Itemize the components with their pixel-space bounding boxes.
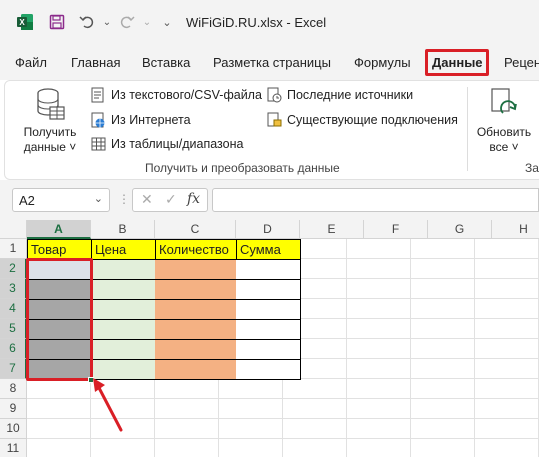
row-header-9[interactable]: 9 [0,399,27,419]
cell-d1[interactable]: Сумма [236,239,301,260]
svg-text:X: X [19,18,25,27]
queries-group-label: За [525,161,539,175]
tab-review[interactable]: Рецен [504,55,539,70]
table-icon [91,137,106,151]
name-box[interactable]: A2 ⌄ [12,188,110,212]
formula-bar: A2 ⌄ ⋮ ✕ ✓ fx [0,180,539,220]
cell-a1[interactable]: Товар [27,239,92,260]
selection-highlight [26,258,93,381]
title-bar: X ⌄ ⌄ ⌄ WiFiGiD.RU.xlsx - Excel [0,0,539,44]
from-text-csv-button[interactable]: Из текстового/CSV-файла [91,87,262,103]
annotation-arrow-icon [93,378,123,432]
cell-c3[interactable] [155,280,237,300]
row-header-7[interactable]: 7 [0,359,27,379]
globe-icon [91,112,105,128]
cell-c2[interactable] [155,260,237,280]
worksheet-grid: A B C D E F G H 1 2 3 4 5 6 7 8 9 10 11 … [0,220,539,457]
row-header-3[interactable]: 3 [0,279,27,299]
get-transform-group-label: Получить и преобразовать данные [145,161,340,175]
row-header-6[interactable]: 6 [0,339,27,359]
tab-formulas[interactable]: Формулы [354,55,411,70]
cell-b3[interactable] [91,280,156,300]
more-icon: ⋮ [118,192,130,206]
from-table-range-label: Из таблицы/диапазона [111,137,244,151]
row-header-10[interactable]: 10 [0,419,27,439]
excel-logo-icon: X [17,14,33,30]
undo-icon[interactable] [76,12,98,32]
chevron-down-icon[interactable]: ⌄ [94,192,103,205]
row-header-1[interactable]: 1 [0,239,27,259]
row-header-4[interactable]: 4 [0,299,27,319]
cell-c4[interactable] [155,300,237,320]
cell-d7[interactable] [236,360,301,380]
column-header-h[interactable]: H [492,220,539,239]
column-header-d[interactable]: D [236,220,300,239]
row-header-11[interactable]: 11 [0,439,27,457]
redo-icon[interactable] [116,12,138,32]
from-web-label: Из Интернета [111,113,191,127]
formula-buttons: ✕ ✓ fx [132,188,208,212]
column-header-c[interactable]: C [155,220,236,239]
row-header-2[interactable]: 2 [0,259,27,279]
column-header-b[interactable]: B [91,220,155,239]
cell-c7[interactable] [155,360,237,380]
cell-b4[interactable] [91,300,156,320]
refresh-label-2: все ˅ [489,140,519,154]
data-tab-highlight [425,49,489,76]
cell-c1[interactable]: Количество [155,239,237,260]
ribbon-panel: Получить данные ˅ Из текстового/CSV-файл… [4,80,539,180]
cell-b2[interactable] [91,260,156,280]
ribbon-tabs: Файл Главная Вставка Разметка страницы Ф… [0,44,539,80]
from-web-button[interactable]: Из Интернета [91,112,191,128]
column-header-e[interactable]: E [300,220,364,239]
enter-icon[interactable]: ✓ [165,191,177,208]
customize-toolbar-icon[interactable]: ⌄ [156,12,178,32]
cell-d6[interactable] [236,340,301,360]
recent-sources-label: Последние источники [287,88,414,102]
recent-sources-icon [267,87,282,103]
existing-connections-label: Существующие подключения [287,113,458,127]
refresh-icon [491,88,517,114]
cell-b5[interactable] [91,320,156,340]
cell-c5[interactable] [155,320,237,340]
cell-d5[interactable] [236,320,301,340]
row-header-5[interactable]: 5 [0,319,27,339]
from-text-csv-label: Из текстового/CSV-файла [111,88,262,102]
row-header-8[interactable]: 8 [0,379,27,399]
refresh-label-1: Обновить [476,125,532,139]
cell-d2[interactable] [236,260,301,280]
save-icon[interactable] [46,12,68,32]
undo-dropdown-icon[interactable]: ⌄ [96,12,118,32]
get-data-label-2: данные ˅ [23,140,77,154]
tab-file[interactable]: Файл [15,55,47,70]
insert-function-icon[interactable]: fx [187,191,200,207]
get-data-label-1: Получить [23,125,77,139]
tab-page-layout[interactable]: Разметка страницы [213,55,331,70]
recent-sources-button[interactable]: Последние источники [267,87,413,103]
name-box-value: A2 [19,193,35,208]
tab-home[interactable]: Главная [71,55,120,70]
select-all-corner[interactable] [0,220,27,239]
cancel-icon[interactable]: ✕ [141,191,153,208]
column-header-g[interactable]: G [428,220,492,239]
existing-connections-button[interactable]: Существующие подключения [267,112,458,128]
get-data-button[interactable]: Получить данные ˅ [19,87,81,155]
from-table-range-button[interactable]: Из таблицы/диапазона [91,137,243,151]
ribbon-separator [467,87,468,171]
redo-dropdown-icon[interactable]: ⌄ [136,12,158,32]
cell-b6[interactable] [91,340,156,360]
connections-icon [267,112,282,127]
window-title: WiFiGiD.RU.xlsx - Excel [186,15,327,30]
refresh-all-button[interactable]: Обновить все ˅ [473,87,535,155]
cell-b1[interactable]: Цена [91,239,156,260]
tab-insert[interactable]: Вставка [142,55,190,70]
text-file-icon [91,87,104,103]
column-header-a[interactable]: A [27,220,91,239]
column-header-f[interactable]: F [364,220,428,239]
cell-d4[interactable] [236,300,301,320]
cell-d3[interactable] [236,280,301,300]
database-icon [37,88,65,120]
formula-input[interactable] [212,188,539,212]
cell-c6[interactable] [155,340,237,360]
